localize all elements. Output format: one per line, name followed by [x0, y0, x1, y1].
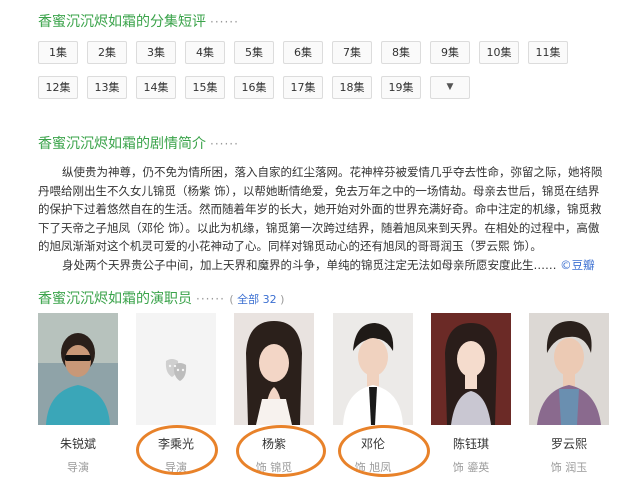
chevron-down-icon: ▼ — [446, 82, 454, 92]
episode-button-12[interactable]: 12集 — [38, 76, 78, 99]
synopsis-paragraph: 纵使贵为神尊，仍不免为情所困，落入自家的红尘落网。花神梓芬被爱情几乎夺去性命，弥… — [38, 165, 603, 253]
episode-button-9[interactable]: 9集 — [430, 41, 470, 64]
episode-button-19[interactable]: 19集 — [381, 76, 421, 99]
title-dots: ······ — [210, 15, 239, 29]
cast-list: 朱锐斌 导演 李乘光 导演 杨紫 饰 锦觅 邓伦 饰 旭凤 陈钰琪 饰 鎏英 罗… — [38, 313, 618, 490]
person-photo-icon — [431, 313, 511, 425]
cast-photo[interactable] — [529, 313, 609, 425]
episode-button-11[interactable]: 11集 — [528, 41, 568, 64]
person-photo-icon — [529, 313, 609, 425]
episode-button-13[interactable]: 13集 — [87, 76, 127, 99]
person-photo-icon — [38, 313, 118, 425]
cast-name[interactable]: 罗云熙 — [529, 435, 609, 452]
cast-name[interactable]: 杨紫 — [234, 435, 314, 452]
episode-button-7[interactable]: 7集 — [332, 41, 372, 64]
cast-role: 饰 旭凤 — [354, 461, 392, 474]
cast-title-text: 香蜜沉沉烬如霜的演职员 — [38, 291, 192, 307]
douban-source-link[interactable]: ©豆瓣 — [560, 258, 595, 272]
person-photo-icon — [333, 313, 413, 425]
synopsis-paragraph-text: 身处两个天界贵公子中间，加上天界和魔界的斗争，单纯的锦觅注定无法如母亲所愿安度此… — [62, 257, 557, 272]
cast-role: 导演 — [67, 461, 89, 474]
cast-count: ( 全部 32 ) — [229, 293, 284, 306]
cast-name[interactable]: 李乘光 — [136, 435, 216, 452]
cast-photo[interactable] — [38, 313, 118, 425]
cast-member[interactable]: 罗云熙 饰 润玉 — [529, 313, 609, 475]
cast-photo-placeholder[interactable] — [136, 313, 216, 425]
episode-button-5[interactable]: 5集 — [234, 41, 274, 64]
synopsis-paragraph: 身处两个天界贵公子中间，加上天界和魔界的斗争，单纯的锦觅注定无法如母亲所愿安度此… — [38, 256, 606, 275]
episode-button-2[interactable]: 2集 — [87, 41, 127, 64]
cast-role: 导演 — [165, 461, 187, 474]
count-suffix: ) — [280, 293, 285, 306]
episode-button-10[interactable]: 10集 — [479, 41, 519, 64]
cast-member[interactable]: 陈钰琪 饰 鎏英 — [431, 313, 511, 475]
cast-photo[interactable] — [234, 313, 314, 425]
cast-name[interactable]: 朱锐斌 — [38, 435, 118, 452]
synopsis-section-title: 香蜜沉沉烬如霜的剧情简介 ······ — [38, 133, 239, 153]
episode-button-17[interactable]: 17集 — [283, 76, 323, 99]
episode-button-6[interactable]: 6集 — [283, 41, 323, 64]
cast-role: 饰 鎏英 — [452, 461, 490, 474]
cast-member[interactable]: 杨紫 饰 锦觅 — [234, 313, 314, 475]
episode-button-14[interactable]: 14集 — [136, 76, 176, 99]
person-photo-icon — [234, 313, 314, 425]
expand-episodes-button[interactable]: ▼ — [430, 76, 470, 99]
episode-button-3[interactable]: 3集 — [136, 41, 176, 64]
theater-masks-icon — [136, 313, 216, 425]
cast-name[interactable]: 陈钰琪 — [431, 435, 511, 452]
count-prefix: ( — [229, 293, 234, 306]
episodes-section-title: 香蜜沉沉烬如霜的分集短评 ······ — [38, 11, 239, 31]
cast-role: 饰 锦觅 — [255, 461, 293, 474]
episode-button-16[interactable]: 16集 — [234, 76, 274, 99]
synopsis-title-text: 香蜜沉沉烬如霜的剧情简介 — [38, 136, 206, 152]
view-all-cast-link[interactable]: 全部 32 — [237, 293, 277, 306]
episode-button-1[interactable]: 1集 — [38, 41, 78, 64]
cast-section-title: 香蜜沉沉烬如霜的演职员 ······ ( 全部 32 ) — [38, 288, 284, 308]
cast-member[interactable]: 朱锐斌 导演 — [38, 313, 118, 475]
cast-role: 饰 润玉 — [550, 461, 588, 474]
episode-button-15[interactable]: 15集 — [185, 76, 225, 99]
cast-photo[interactable] — [333, 313, 413, 425]
episode-button-18[interactable]: 18集 — [332, 76, 372, 99]
episode-button-4[interactable]: 4集 — [185, 41, 225, 64]
episode-button-8[interactable]: 8集 — [381, 41, 421, 64]
synopsis-text: 纵使贵为神尊，仍不免为情所困，落入自家的红尘落网。花神梓芬被爱情几乎夺去性命，弥… — [38, 163, 606, 274]
title-dots: ······ — [196, 292, 225, 306]
title-dots: ······ — [210, 137, 239, 151]
cast-name[interactable]: 邓伦 — [333, 435, 413, 452]
episodes-title-text: 香蜜沉沉烬如霜的分集短评 — [38, 14, 206, 30]
cast-member[interactable]: 邓伦 饰 旭凤 — [333, 313, 413, 475]
cast-photo[interactable] — [431, 313, 511, 425]
cast-member[interactable]: 李乘光 导演 — [136, 313, 216, 475]
